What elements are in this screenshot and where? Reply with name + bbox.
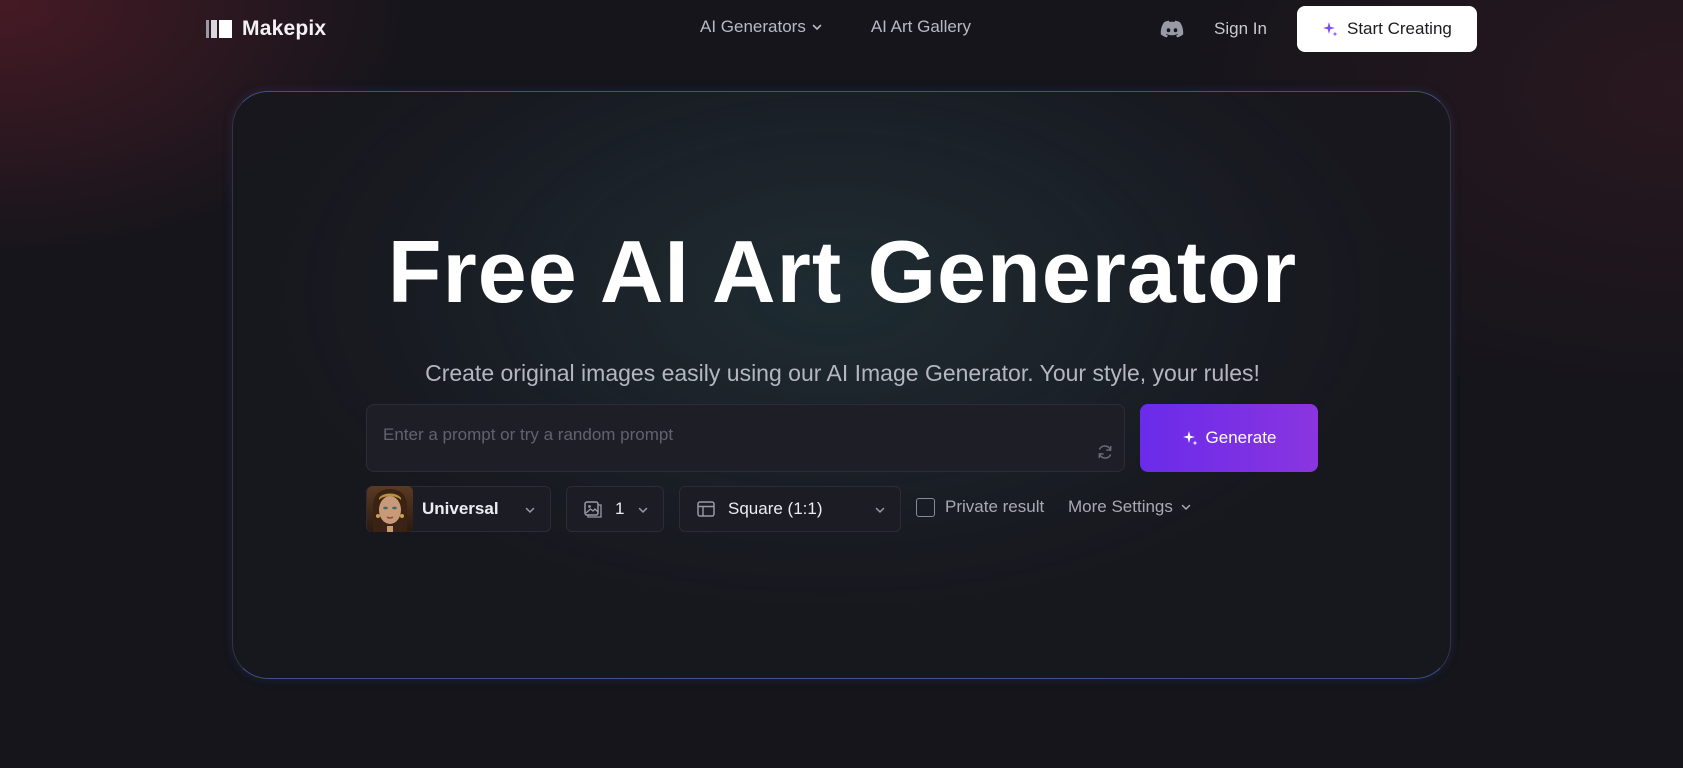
top-navigation: Makepix AI Generators AI Art Gallery Sig… [0, 0, 1683, 58]
prompt-input[interactable] [367, 405, 1124, 451]
private-result-toggle[interactable]: Private result [916, 497, 1044, 517]
chevron-down-icon [638, 507, 648, 514]
prompt-box [366, 404, 1125, 472]
generate-label: Generate [1205, 428, 1277, 447]
sparkle-icon [1322, 22, 1338, 37]
aspect-ratio-value: Square (1:1) [728, 499, 823, 518]
sign-in-link[interactable]: Sign In [1214, 19, 1267, 39]
page-title: Free AI Art Generator [387, 222, 1298, 321]
nav-actions: Sign In Start Creating [1160, 6, 1477, 52]
start-creating-label: Start Creating [1346, 19, 1452, 38]
model-avatar [367, 486, 413, 532]
nav-ai-generators-label: AI Generators [700, 17, 806, 36]
chevron-down-icon [525, 507, 535, 514]
sparkle-icon [1182, 431, 1198, 446]
model-select-value: Universal [422, 499, 499, 518]
hero-card: Free AI Art Generator Create original im… [232, 91, 1451, 679]
random-prompt-refresh-icon[interactable] [1096, 443, 1114, 461]
nav-ai-art-gallery[interactable]: AI Art Gallery [871, 17, 971, 37]
nav-ai-art-gallery-label: AI Art Gallery [870, 17, 971, 36]
image-icon [584, 501, 602, 518]
makepix-logo-icon [206, 20, 232, 38]
image-count-value: 1 [615, 499, 625, 518]
generate-button[interactable]: Generate [1140, 404, 1318, 472]
chevron-down-icon [812, 24, 822, 31]
layout-icon [697, 501, 715, 517]
hero-subtitle: Create original images easily using our … [425, 360, 1260, 386]
start-creating-button[interactable]: Start Creating [1296, 6, 1477, 52]
model-select[interactable]: Universal [366, 486, 551, 532]
private-result-label: Private result [945, 497, 1045, 516]
brand[interactable]: Makepix [206, 16, 326, 42]
discord-icon[interactable] [1160, 19, 1184, 39]
image-count-select[interactable]: 1 [566, 486, 664, 532]
aspect-ratio-select[interactable]: Square (1:1) [679, 486, 901, 532]
more-settings-label: More Settings [1068, 497, 1173, 516]
more-settings-button[interactable]: More Settings [1068, 497, 1192, 517]
chevron-down-icon [1181, 504, 1191, 511]
nav-ai-generators[interactable]: AI Generators [700, 17, 823, 37]
chevron-down-icon [875, 507, 885, 514]
brand-name: Makepix [242, 17, 327, 40]
private-result-checkbox[interactable] [916, 497, 935, 517]
nav-links: AI Generators AI Art Gallery [700, 17, 971, 37]
